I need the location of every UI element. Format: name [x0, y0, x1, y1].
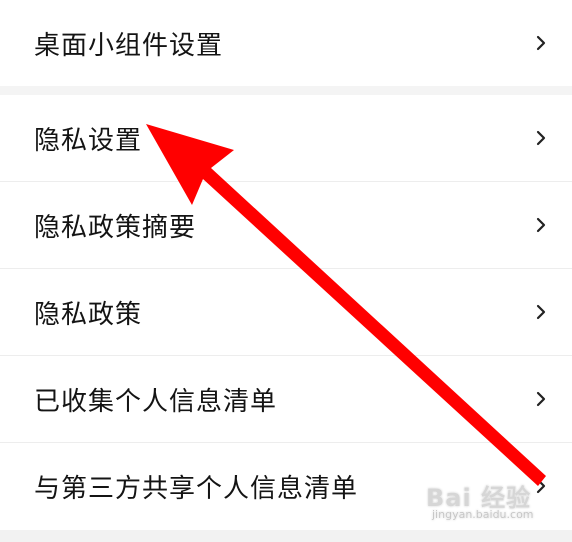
settings-item-privacy-summary[interactable]: 隐私政策摘要 — [0, 182, 572, 268]
settings-page: 桌面小组件设置 隐私设置 隐私政策摘要 隐私政策 已收集个人信息清单 与第三方共… — [0, 0, 572, 542]
chevron-right-icon — [536, 35, 546, 51]
settings-item-privacy-settings[interactable]: 隐私设置 — [0, 95, 572, 181]
settings-item-label: 隐私政策摘要 — [34, 212, 197, 243]
watermark-logo: Bai 经验 jingyan.baidu.com — [426, 478, 546, 524]
chevron-right-icon — [536, 130, 546, 146]
settings-item-label: 与第三方共享个人信息清单 — [34, 473, 359, 504]
watermark-sub: jingyan.baidu.com — [432, 508, 534, 521]
bottom-spacer — [0, 530, 572, 542]
settings-item-desktop-widget[interactable]: 桌面小组件设置 — [0, 0, 572, 86]
chevron-right-icon — [536, 304, 546, 320]
settings-item-label: 桌面小组件设置 — [34, 30, 224, 61]
settings-item-label: 隐私政策 — [34, 299, 143, 330]
settings-group-privacy: 隐私设置 隐私政策摘要 隐私政策 已收集个人信息清单 与第三方共享个人信息清单 — [0, 95, 572, 542]
settings-item-privacy-policy[interactable]: 隐私政策 — [0, 269, 572, 355]
settings-item-label: 隐私设置 — [34, 125, 143, 156]
settings-item-collected-info-list[interactable]: 已收集个人信息清单 — [0, 356, 572, 442]
chevron-right-icon — [536, 391, 546, 407]
chevron-right-icon — [536, 217, 546, 233]
settings-group-widgets: 桌面小组件设置 — [0, 0, 572, 86]
settings-item-label: 已收集个人信息清单 — [34, 386, 278, 417]
